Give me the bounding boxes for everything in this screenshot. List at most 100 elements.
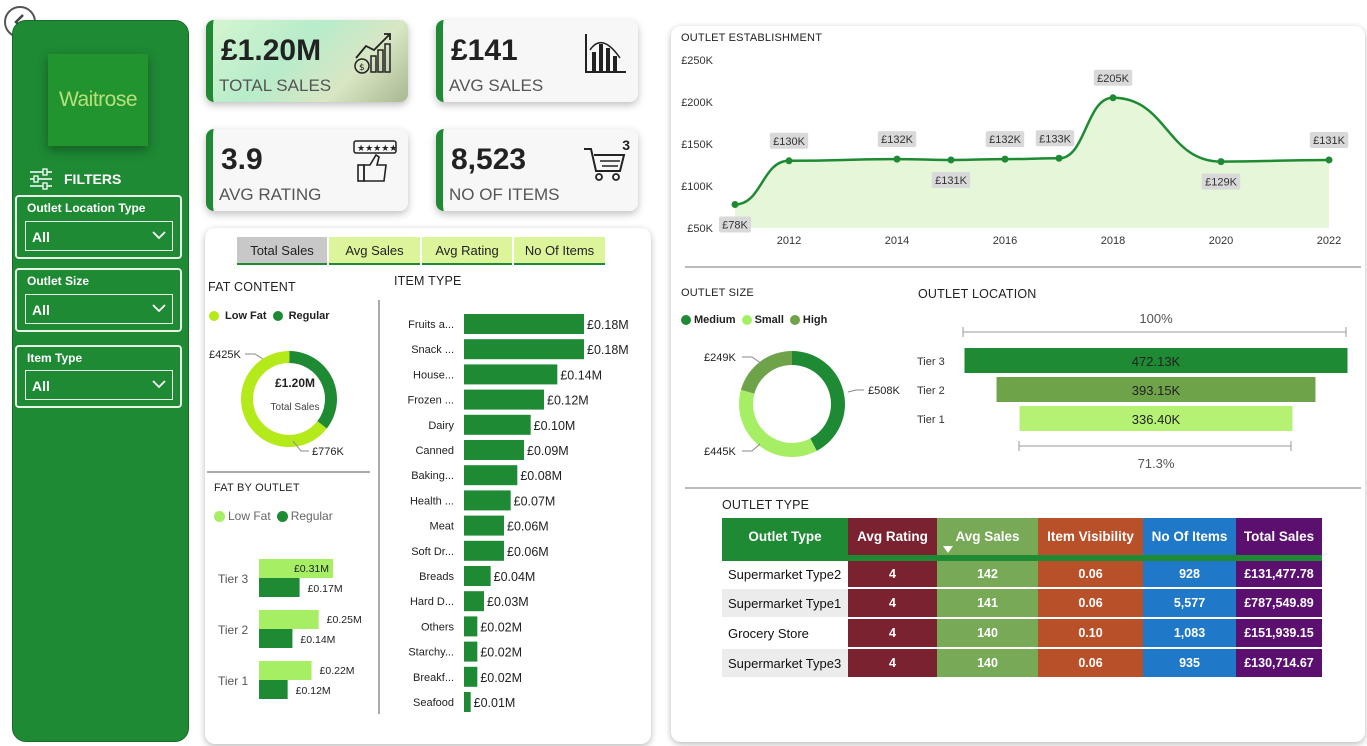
outlet-type-table: Outlet Type Avg Rating Avg Sales Item Vi…	[722, 518, 1322, 679]
bar-value-label: £0.06M	[507, 545, 549, 559]
column-header-no-of-items[interactable]: No Of Items	[1143, 518, 1236, 558]
column-header-outlet-type[interactable]: Outlet Type	[722, 518, 848, 558]
donut-label: £249K	[704, 352, 736, 364]
bar-value-label: £0.01M	[474, 696, 516, 710]
bar	[464, 515, 504, 536]
cell-avg-sales: 142	[937, 558, 1038, 589]
y-tick-label: £50K	[687, 223, 713, 235]
legend-swatch	[741, 315, 752, 325]
bar-value-label: £0.08M	[520, 469, 562, 483]
data-label: £78K	[722, 219, 748, 231]
donut-slice	[792, 351, 845, 451]
kpi-avg-sales: £141 AVG SALES	[436, 20, 638, 102]
legend-label: Medium	[694, 314, 736, 326]
category-label: Tier 1	[917, 414, 945, 426]
kpi-label: TOTAL SALES	[219, 76, 332, 95]
bar	[464, 666, 478, 687]
bar	[259, 578, 300, 597]
filter-label: Outlet Location Type	[27, 201, 146, 215]
data-label: £205K	[1097, 73, 1129, 85]
column-header-avg-sales[interactable]: Avg Sales	[937, 518, 1038, 558]
bar-value-label: £0.07M	[514, 494, 556, 508]
bar	[464, 339, 584, 360]
bar-value-label: £0.12M	[547, 394, 589, 408]
column-header-total-sales[interactable]: Total Sales	[1236, 518, 1322, 558]
tab-avg-sales[interactable]: Avg Sales	[329, 237, 420, 265]
chevron-down-icon	[152, 380, 166, 389]
series-area	[735, 97, 1329, 228]
tab-avg-rating[interactable]: Avg Rating	[422, 237, 512, 265]
cell-avg-rating: 4	[848, 648, 937, 679]
legend-swatch	[209, 311, 219, 321]
outlet-size-legend: Medium Small High	[681, 314, 827, 326]
y-tick-label: £150K	[681, 139, 713, 151]
table-row[interactable]: Supermarket Type1 4 141 0.06 5,577 £787,…	[722, 588, 1322, 619]
bar-value-label: £0.12M	[296, 685, 331, 697]
table-row[interactable]: Grocery Store 4 140 0.10 1,083 £151,939.…	[722, 618, 1322, 649]
bar	[464, 490, 511, 511]
bar-chart-icon	[585, 34, 626, 73]
dropdown-value: All	[32, 229, 50, 245]
legend-label: Regular	[290, 509, 333, 523]
data-label: £131K	[935, 175, 967, 187]
bar-value-label: £0.22M	[320, 665, 355, 677]
filter-label: Item Type	[27, 351, 83, 365]
category-label: Tier 3	[917, 356, 945, 368]
table-row[interactable]: Supermarket Type2 4 142 0.06 928 £131,47…	[722, 558, 1322, 589]
fat-content-donut: £1.20M Total Sales £425K £776K	[209, 349, 344, 458]
shopping-cart-icon	[584, 148, 626, 181]
bar	[259, 629, 293, 648]
item-type-chart: Fruits a... £0.18M Snack ... £0.18M House...…	[408, 314, 629, 712]
donut-slice	[739, 389, 817, 457]
category-label: Meat	[430, 521, 454, 533]
category-label: Frozen ...	[408, 395, 454, 407]
donut-label: £425K	[209, 349, 241, 361]
bar-value-label: £0.02M	[480, 671, 522, 685]
outlet-size-dropdown[interactable]: All	[25, 294, 173, 324]
bar	[464, 389, 544, 410]
bar-value-label: £0.18M	[587, 318, 629, 332]
bar-value-label: £0.25M	[327, 614, 362, 626]
kpi-value: £141	[451, 34, 518, 67]
category-label: Hard D...	[410, 596, 454, 608]
outlet-location-type-dropdown[interactable]: All	[25, 221, 173, 251]
tab-no-of-items[interactable]: No Of Items	[514, 237, 605, 265]
data-label: £130K	[773, 136, 805, 148]
filter-outlet-size: Outlet Size All	[15, 268, 182, 332]
category-label: Breads	[419, 571, 454, 583]
cell-avg-sales: 141	[937, 588, 1038, 619]
y-tick-label: £200K	[681, 97, 713, 109]
money-growth-icon: $	[354, 33, 391, 74]
column-header-avg-rating[interactable]: Avg Rating	[848, 518, 937, 558]
column-header-item-visibility[interactable]: Item Visibility	[1038, 518, 1143, 558]
data-label: £132K	[881, 134, 913, 146]
bar-value-label: £0.10M	[534, 419, 576, 433]
legend-label: Small	[754, 314, 784, 326]
category-label: Seafood	[413, 697, 454, 709]
item-type-title: ITEM TYPE	[394, 274, 462, 288]
data-point	[1001, 155, 1009, 163]
kpi-label: NO OF ITEMS	[449, 185, 560, 204]
data-point	[731, 200, 739, 208]
item-type-dropdown[interactable]: All	[25, 370, 173, 400]
outlet-size-title: OUTLET SIZE	[681, 287, 754, 299]
funnel-value-label: 472.13K	[1132, 354, 1181, 369]
x-tick-label: 2022	[1317, 235, 1341, 247]
category-label: Canned	[415, 445, 454, 457]
bar-value-label: £0.17M	[308, 583, 343, 595]
bar	[464, 414, 531, 435]
divider	[685, 266, 1361, 268]
data-point	[1055, 154, 1063, 162]
legend-swatch	[276, 510, 288, 522]
category-label: Tier 2	[218, 623, 249, 637]
data-label: £131K	[1313, 135, 1345, 147]
divider	[378, 300, 380, 714]
cell-total-sales: £130,714.67	[1236, 648, 1322, 679]
donut-label: £776K	[312, 446, 344, 458]
bar	[259, 680, 288, 699]
tab-total-sales[interactable]: Total Sales	[237, 237, 327, 265]
table-row[interactable]: Supermarket Type3 4 140 0.06 935 £130,71…	[722, 648, 1322, 679]
x-tick-label: 2012	[777, 235, 801, 247]
cell-avg-rating: 4	[848, 588, 937, 619]
category-label: Tier 2	[917, 385, 945, 397]
